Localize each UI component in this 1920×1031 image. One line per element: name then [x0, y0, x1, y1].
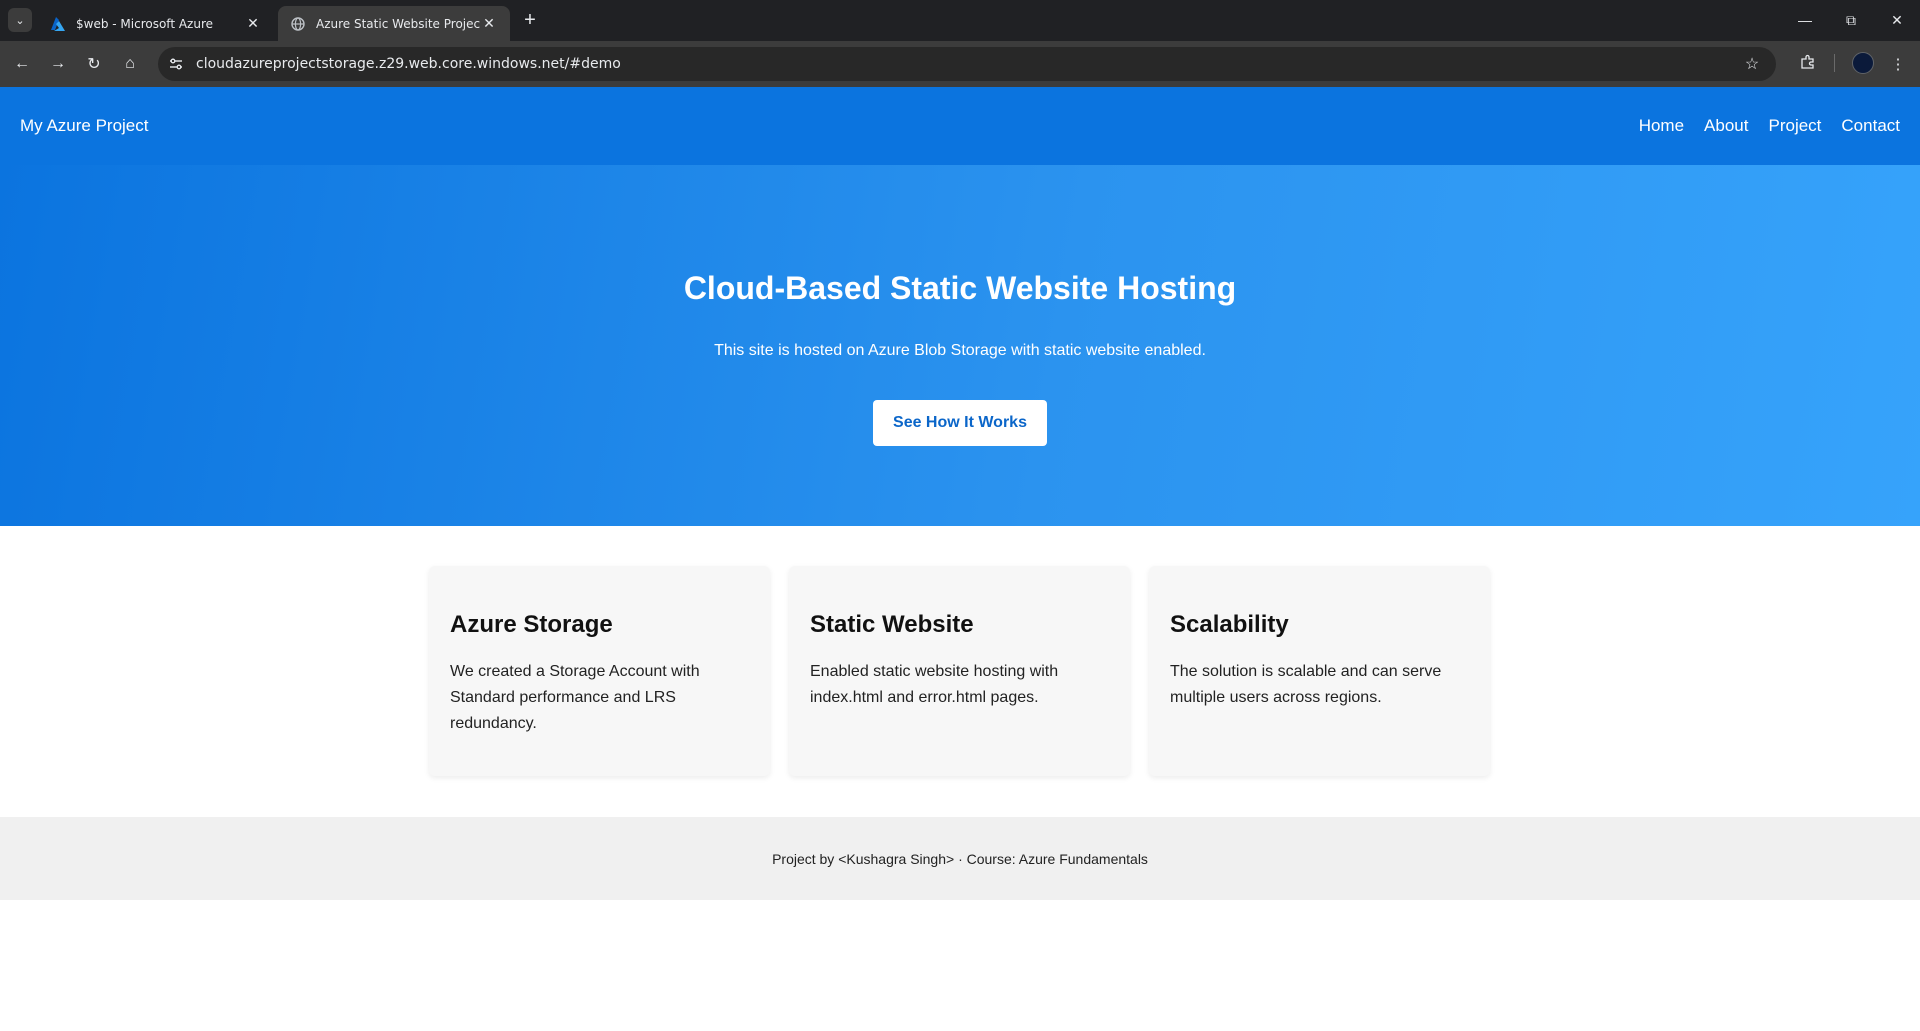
extensions-button[interactable]: [1794, 50, 1822, 78]
card-title: Scalability: [1170, 611, 1289, 638]
chevron-down-icon: ⌄: [15, 14, 25, 27]
hero-subtitle: This site is hosted on Azure Blob Storag…: [714, 342, 1206, 359]
site-info-icon[interactable]: [162, 50, 190, 78]
see-how-it-works-button[interactable]: See How It Works: [873, 400, 1047, 446]
browser-tab-bar: ⌄ $web - Microsoft Azure ✕ Azure Static …: [0, 0, 1920, 41]
close-icon[interactable]: ✕: [480, 15, 498, 33]
card-title: Static Website: [810, 611, 974, 638]
arrow-right-icon: →: [50, 55, 66, 72]
reload-icon: ↻: [87, 56, 101, 73]
hero-section: Cloud-Based Static Website Hosting This …: [0, 165, 1920, 526]
menu-button[interactable]: ⋮: [1884, 50, 1912, 78]
card-text: Enabled static website hosting with inde…: [810, 663, 1059, 706]
home-button[interactable]: ⌂: [116, 50, 144, 78]
card-static-website: Static Website Enabled static website ho…: [789, 566, 1130, 776]
close-icon[interactable]: ✕: [244, 15, 262, 33]
toolbar-divider: [1834, 54, 1835, 72]
site-brand[interactable]: My Azure Project: [20, 116, 149, 136]
nav-contact[interactable]: Contact: [1841, 116, 1900, 136]
minimize-button[interactable]: —: [1790, 6, 1820, 34]
restore-icon: ⧉: [1846, 11, 1856, 28]
nav-home[interactable]: Home: [1639, 116, 1684, 136]
card-scalability: Scalability The solution is scalable and…: [1149, 566, 1490, 776]
close-icon: ✕: [1891, 11, 1903, 28]
puzzle-icon: [1800, 54, 1816, 74]
arrow-left-icon: ←: [14, 55, 30, 72]
nav-about[interactable]: About: [1704, 116, 1748, 136]
close-window-button[interactable]: ✕: [1882, 6, 1912, 34]
home-icon: ⌂: [125, 55, 135, 72]
nav-project[interactable]: Project: [1768, 116, 1821, 136]
tab-azure-portal[interactable]: $web - Microsoft Azure ✕: [38, 6, 274, 41]
feature-cards: Azure Storage We created a Storage Accou…: [429, 566, 1490, 776]
card-text: We created a Storage Account with Standa…: [450, 663, 700, 732]
site-footer: Project by <Kushagra Singh> · Course: Az…: [0, 817, 1920, 900]
tab-title: $web - Microsoft Azure: [76, 16, 213, 31]
browser-toolbar: ← → ↻ ⌂ cloudazureprojectstorage.z29.web…: [0, 41, 1920, 87]
card-azure-storage: Azure Storage We created a Storage Accou…: [429, 566, 770, 776]
new-tab-button[interactable]: +: [518, 8, 542, 32]
globe-icon: [290, 16, 306, 32]
tab-static-website[interactable]: Azure Static Website Project ✕: [278, 6, 510, 41]
tab-search-button[interactable]: ⌄: [8, 8, 32, 32]
profile-avatar[interactable]: [1852, 52, 1874, 74]
tab-title: Azure Static Website Project: [316, 16, 480, 31]
bookmark-star-icon[interactable]: ☆: [1740, 52, 1764, 76]
hero-title: Cloud-Based Static Website Hosting: [683, 270, 1237, 306]
restore-button[interactable]: ⧉: [1836, 6, 1866, 34]
back-button[interactable]: ←: [8, 50, 36, 78]
site-nav: Home About Project Contact: [1639, 116, 1900, 136]
footer-text: Project by <Kushagra Singh> · Course: Az…: [772, 850, 1148, 867]
card-title: Azure Storage: [450, 611, 613, 638]
minimize-icon: —: [1798, 12, 1812, 28]
site-header: My Azure Project Home About Project Cont…: [0, 87, 1920, 165]
url-text[interactable]: cloudazureprojectstorage.z29.web.core.wi…: [196, 56, 621, 72]
reload-button[interactable]: ↻: [80, 50, 108, 78]
more-vert-icon: ⋮: [1890, 56, 1906, 73]
card-text: The solution is scalable and can serve m…: [1170, 663, 1442, 706]
address-bar[interactable]: cloudazureprojectstorage.z29.web.core.wi…: [158, 47, 1776, 81]
plus-icon: +: [524, 8, 536, 31]
forward-button[interactable]: →: [44, 50, 72, 78]
azure-logo-icon: [50, 16, 66, 32]
